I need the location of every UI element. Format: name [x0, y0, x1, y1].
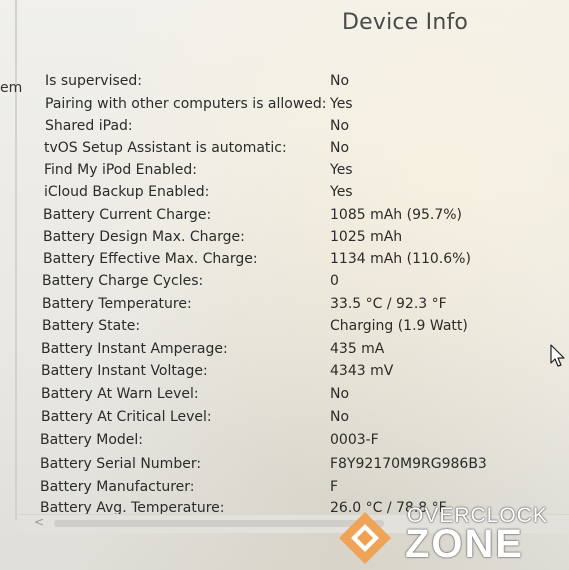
scroll-left-arrow[interactable]: <	[34, 515, 44, 529]
info-value: Yes	[330, 162, 353, 178]
info-value: F	[330, 479, 339, 495]
info-value: No	[330, 73, 350, 89]
info-label: iCloud Backup Enabled:	[44, 184, 210, 200]
info-row: Battery At Warn Level: No	[0, 386, 569, 406]
info-label: Battery Temperature:	[42, 296, 192, 312]
info-row: Battery State: Charging (1.9 Watt)	[0, 318, 569, 338]
info-value: No	[330, 409, 350, 425]
watermark-line2: ZONE	[405, 522, 525, 566]
info-value: 1085 mAh (95.7%)	[330, 207, 463, 223]
device-info-window: em Device Info Is supervised: No Pairing w…	[0, 0, 569, 570]
info-value: 4343 mV	[330, 363, 394, 379]
info-label: Battery At Critical Level:	[41, 409, 212, 425]
info-label: Find My iPod Enabled:	[44, 162, 197, 178]
info-label: Battery State:	[42, 318, 141, 334]
info-row: iCloud Backup Enabled: Yes	[0, 184, 569, 204]
info-row: Battery Temperature: 33.5 °C / 92.3 °F	[0, 296, 569, 316]
info-value: Charging (1.9 Watt)	[330, 318, 468, 334]
info-value: Yes	[330, 96, 353, 112]
info-row: tvOS Setup Assistant is automatic: No	[0, 140, 569, 160]
info-row: Battery Manufacturer: F	[0, 479, 569, 499]
mouse-pointer-icon	[550, 344, 565, 367]
info-label: Shared iPad:	[45, 118, 133, 134]
info-value: 1025 mAh	[330, 229, 403, 245]
info-row: Battery At Critical Level: No	[0, 409, 569, 429]
info-value: 0003-F	[330, 432, 379, 448]
info-row: Is supervised: No	[0, 73, 569, 93]
info-label: Battery Design Max. Charge:	[43, 229, 245, 245]
info-value: F8Y92170M9RG986B3	[330, 456, 487, 472]
info-label: Battery Charge Cycles:	[42, 273, 204, 289]
info-label: Battery Serial Number:	[40, 456, 202, 472]
info-label: Is supervised:	[45, 73, 142, 89]
info-row: Pairing with other computers is allowed:…	[0, 96, 569, 116]
device-info-list: Is supervised: No Pairing with other compu…	[0, 0, 569, 520]
info-row: Battery Model: 0003-F	[0, 432, 569, 452]
info-label: Battery Instant Voltage:	[41, 363, 208, 379]
info-label: Battery Current Charge:	[43, 207, 212, 223]
info-label: Battery At Warn Level:	[41, 386, 199, 402]
info-value: 1134 mAh (110.6%)	[330, 251, 471, 267]
info-label: Battery Model:	[40, 432, 144, 448]
info-label: Battery Manufacturer:	[40, 479, 195, 495]
info-row: Battery Serial Number: F8Y92170M9RG986B3	[0, 456, 569, 476]
info-row: Battery Charge Cycles: 0	[0, 273, 569, 293]
info-row: Battery Current Charge: 1085 mAh (95.7%)	[0, 207, 569, 227]
info-row: Battery Effective Max. Charge: 1134 mAh (…	[0, 251, 569, 271]
info-label: Battery Instant Amperage:	[41, 341, 228, 357]
info-row: Battery Design Max. Charge: 1025 mAh	[0, 229, 569, 249]
info-label: Pairing with other computers is allowed:	[45, 96, 327, 112]
info-row: Find My iPod Enabled: Yes	[0, 162, 569, 182]
info-value: No	[330, 386, 350, 402]
info-value: No	[330, 140, 350, 156]
info-value: 435 mA	[330, 341, 385, 357]
info-value: No	[330, 118, 350, 134]
info-value: 33.5 °C / 92.3 °F	[330, 296, 447, 312]
info-row: Shared iPad: No	[0, 118, 569, 138]
info-value: Yes	[330, 184, 353, 200]
info-row: Battery Instant Voltage: 4343 mV	[0, 363, 569, 383]
overclock-zone-logo	[339, 512, 391, 564]
info-label: tvOS Setup Assistant is automatic:	[44, 140, 287, 156]
info-value: 0	[330, 273, 339, 289]
info-label: Battery Effective Max. Charge:	[43, 251, 258, 267]
watermark: OVERCLOCK ZONE	[335, 500, 569, 570]
info-row: Battery Instant Amperage: 435 mA	[0, 341, 569, 361]
